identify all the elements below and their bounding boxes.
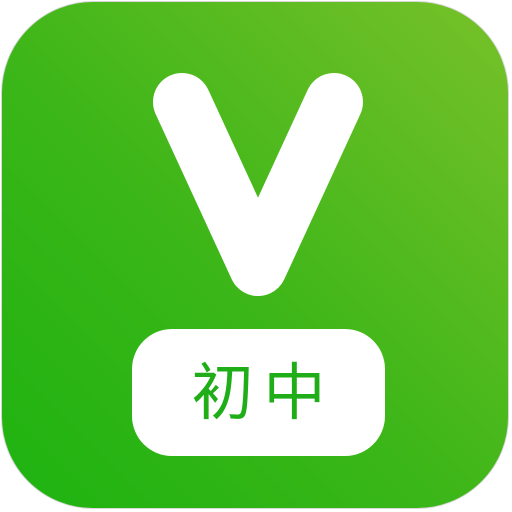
app-icon[interactable]: 初中: [1, 1, 509, 509]
app-icon-canvas: 初中: [0, 0, 512, 512]
grade-label-text: 初中: [191, 355, 336, 429]
grade-label-badge: 初中: [132, 329, 385, 456]
